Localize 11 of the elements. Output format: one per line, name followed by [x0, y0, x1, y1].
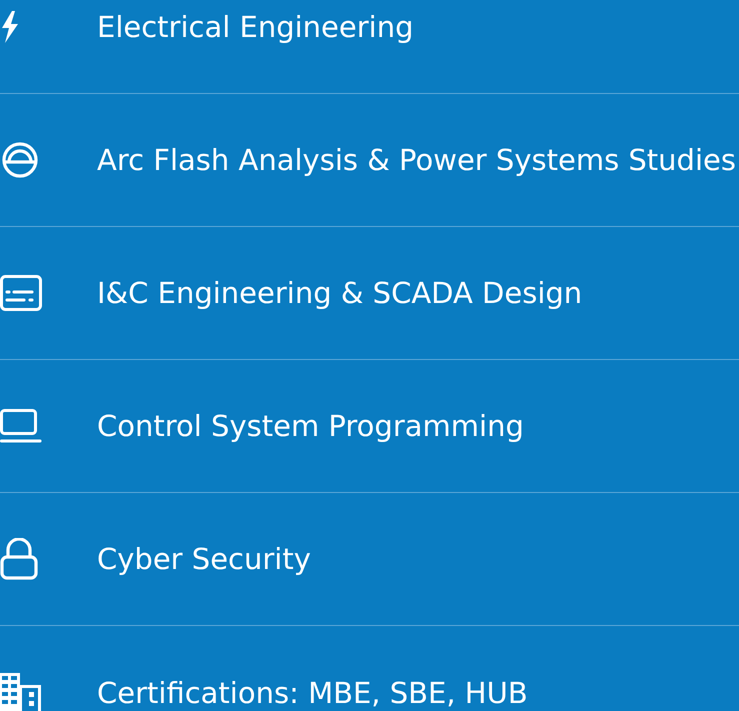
padlock-icon: [0, 538, 38, 580]
service-label[interactable]: I&C Engineering & SCADA Design: [97, 276, 582, 310]
service-label[interactable]: Cyber Security: [97, 542, 311, 576]
half-circle-gauge-icon: [0, 142, 40, 178]
service-label[interactable]: Electrical Engineering: [97, 10, 414, 44]
laptop-icon: [0, 409, 42, 443]
service-label[interactable]: Control System Programming: [97, 409, 524, 443]
service-label[interactable]: Certifications: MBE, SBE, HUB: [97, 676, 528, 710]
display-panel-icon: [0, 275, 42, 311]
service-label[interactable]: Arc Flash Analysis & Power Systems Studies: [97, 143, 736, 177]
lightning-bolt-icon: [0, 11, 20, 43]
